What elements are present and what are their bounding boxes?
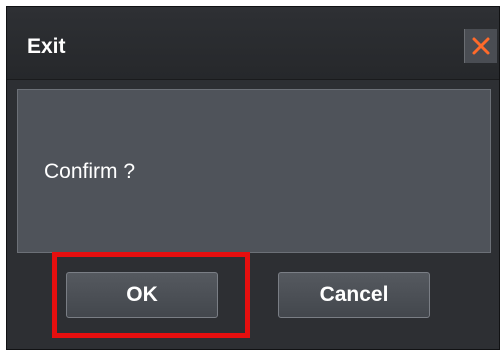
ok-button[interactable]: OK: [66, 272, 218, 318]
confirm-message: Confirm ?: [44, 160, 136, 183]
dialog-titlebar: Exit: [7, 7, 499, 80]
dialog-title: Exit: [27, 35, 66, 58]
cancel-button[interactable]: Cancel: [278, 272, 430, 318]
close-icon: [472, 37, 490, 55]
close-button[interactable]: [464, 29, 497, 63]
